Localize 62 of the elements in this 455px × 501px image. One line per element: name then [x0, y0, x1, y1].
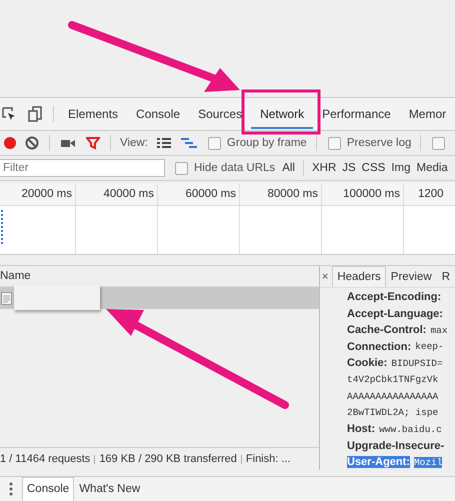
clear-icon[interactable] — [25, 136, 39, 150]
waterfall-view-icon[interactable] — [180, 137, 197, 149]
type-filter[interactable]: XHR — [308, 162, 340, 174]
drawer-tab[interactable]: Console — [22, 477, 74, 501]
header-name: Accept-Language: — [347, 308, 443, 320]
header-value: keep- — [415, 341, 444, 352]
header-name: Host: — [347, 423, 376, 436]
header-value: max — [430, 324, 448, 336]
time-tick: 100000 ms — [343, 188, 400, 200]
header-value: Mozil — [414, 456, 442, 468]
time-tick: 80000 ms — [267, 188, 318, 200]
details-tab[interactable]: Headers — [332, 266, 386, 287]
status-text: 169 KB / 290 KB transferred — [99, 453, 237, 465]
header-value: 2BwTIWDL2A; ispe — [347, 407, 438, 418]
checkbox[interactable] — [432, 136, 446, 150]
list-view-icon[interactable] — [156, 137, 171, 149]
panel-tab[interactable]: Performance — [313, 99, 400, 129]
checkbox-label: Preserve log — [346, 137, 412, 149]
header-name: Upgrade-Insecure- — [347, 440, 444, 452]
panel-tab[interactable]: Console — [127, 99, 190, 129]
time-tick: 60000 ms — [185, 188, 236, 200]
time-tick: 1200 — [418, 188, 444, 200]
details-tab[interactable]: Preview — [386, 266, 437, 287]
checkbox-label: Group by frame — [226, 137, 307, 149]
header-name: Cache-Control: — [347, 324, 426, 336]
close-button[interactable]: × — [320, 270, 330, 282]
type-filter[interactable]: All — [279, 162, 298, 174]
column-header[interactable]: Name — [0, 270, 31, 282]
panel-tab[interactable]: Sources — [189, 99, 252, 129]
filter-field[interactable]: Filter — [0, 159, 165, 177]
header-value: www.baidu.c — [379, 424, 442, 435]
panel-tab[interactable]: Network — [251, 99, 314, 129]
status-text: 1 / 11464 requests — [0, 453, 90, 465]
record-button[interactable] — [4, 137, 16, 149]
time-tick: 20000 ms — [21, 188, 72, 200]
checkbox[interactable] — [208, 136, 221, 150]
checkbox[interactable] — [175, 162, 188, 174]
checkbox[interactable] — [328, 136, 341, 150]
drawer-tab[interactable]: What's New — [74, 477, 146, 501]
type-filter[interactable]: Media — [414, 162, 451, 174]
header-name: User-Agent: — [347, 456, 410, 468]
device-icon[interactable] — [27, 106, 43, 122]
header-name: Connection: — [347, 340, 412, 353]
header-value: BIDUPSID= — [391, 358, 443, 369]
checkbox-label: Hide data URLs — [194, 162, 276, 174]
time-tick: 40000 ms — [103, 188, 154, 200]
details-tab[interactable]: R — [436, 266, 455, 287]
camera-icon[interactable] — [60, 137, 76, 149]
type-filter[interactable]: JS — [339, 162, 359, 174]
inspect-icon[interactable] — [1, 106, 17, 122]
filter-icon[interactable] — [86, 136, 100, 150]
type-filter[interactable]: CSS — [358, 162, 388, 174]
panel-tab[interactable]: Elements — [59, 99, 128, 129]
header-value: t4V2pCbk1TNFgzVk — [347, 374, 438, 386]
header-name: Accept-Encoding: — [347, 291, 442, 304]
header-name: Cookie: — [347, 357, 388, 370]
view-label: View: — [120, 137, 148, 149]
document-icon — [1, 292, 12, 304]
status-text: Finish: ... — [246, 453, 291, 465]
header-value: AAAAAAAAAAAAAAAA — [347, 390, 438, 402]
panel-tab[interactable]: Memor — [400, 99, 455, 129]
type-filter[interactable]: Img — [388, 162, 414, 174]
